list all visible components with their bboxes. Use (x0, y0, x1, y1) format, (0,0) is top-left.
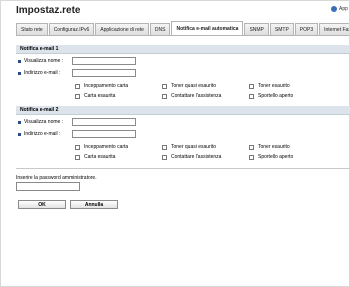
checkbox-label: Contattare l'assistenza (171, 154, 222, 160)
checkbox-box[interactable] (162, 93, 167, 99)
display-name-label-text: Visualizza nome : (24, 119, 64, 125)
required-bullet-icon (18, 71, 21, 75)
checkbox-box[interactable] (162, 83, 167, 89)
email-label-2: Indirizzo e-mail : (18, 131, 60, 137)
ok-button[interactable]: OK (18, 200, 66, 209)
section-header-email-1: Notifica e-mail 1 (16, 45, 350, 54)
checkbox-paper-out-2[interactable]: Carta esaurita (75, 154, 115, 160)
checkbox-box[interactable] (162, 154, 167, 160)
checkbox-box[interactable] (249, 144, 254, 150)
email-label-text: Indirizzo e-mail : (24, 131, 61, 137)
checkbox-label: Sportello aperto (258, 154, 294, 160)
display-name-label-1: Visualizza nome : (18, 58, 63, 64)
admin-password-input[interactable] (16, 182, 80, 191)
tab-internet-fax[interactable]: Internet Fax (319, 23, 349, 35)
checkbox-label: Toner esaurito (258, 83, 290, 89)
checkbox-toner-out-2[interactable]: Toner esaurito (249, 144, 290, 150)
checkbox-label: Toner esaurito (258, 144, 290, 150)
page-title: Impostaz.rete (16, 5, 81, 16)
divider (16, 168, 350, 169)
checkbox-label: Contattare l'assistenza (171, 93, 222, 99)
checkbox-label: Toner quasi esaurito (171, 83, 217, 89)
display-name-input-2[interactable] (72, 118, 136, 126)
email-label-1: Indirizzo e-mail : (18, 70, 60, 76)
required-bullet-icon (18, 120, 21, 124)
checkbox-box[interactable] (75, 144, 80, 150)
help-icon (331, 6, 337, 12)
cancel-button[interactable]: Annulla (70, 200, 118, 209)
checkbox-box[interactable] (75, 83, 80, 89)
tab-snmp[interactable]: SNMP (244, 23, 269, 35)
checkbox-label: Inceppamento carta (84, 83, 129, 89)
checkbox-label: Carta esaurita (84, 154, 116, 160)
tab-pop3[interactable]: POP3 (294, 23, 319, 35)
display-name-label-text: Visualizza nome : (24, 58, 64, 64)
checkbox-box[interactable] (75, 93, 80, 99)
checkbox-label: Toner quasi esaurito (171, 144, 217, 150)
settings-page: Impostaz.rete App Stato rete Configuraz.… (0, 0, 350, 287)
checkbox-box[interactable] (249, 83, 254, 89)
checkbox-paper-out-1[interactable]: Carta esaurita (75, 93, 115, 99)
email-label-text: Indirizzo e-mail : (24, 70, 61, 76)
email-input-1[interactable] (72, 69, 136, 77)
required-bullet-icon (18, 132, 21, 136)
section-header-email-2: Notifica e-mail 2 (16, 106, 350, 115)
checkbox-label: Sportello aperto (258, 93, 294, 99)
checkbox-call-service-2[interactable]: Contattare l'assistenza (162, 154, 221, 160)
checkbox-call-service-1[interactable]: Contattare l'assistenza (162, 93, 221, 99)
tab-ipv6-config[interactable]: Configuraz.IPv6 (48, 23, 95, 35)
checkbox-label: Carta esaurita (84, 93, 116, 99)
display-name-label-2: Visualizza nome : (18, 119, 63, 125)
checkbox-box[interactable] (249, 154, 254, 160)
checkbox-toner-low-1[interactable]: Toner quasi esaurito (162, 83, 216, 89)
checkbox-cover-open-1[interactable]: Sportello aperto (249, 93, 293, 99)
checkbox-paper-jam-2[interactable]: Inceppamento carta (75, 144, 128, 150)
tab-bar: Stato rete Configuraz.IPv6 Applicazione … (16, 21, 349, 35)
checkbox-toner-low-2[interactable]: Toner quasi esaurito (162, 144, 216, 150)
checkbox-paper-jam-1[interactable]: Inceppamento carta (75, 83, 128, 89)
tab-dns[interactable]: DNS (149, 23, 171, 35)
checkbox-box[interactable] (75, 154, 80, 160)
tab-bar-divider (16, 35, 349, 36)
tab-smtp[interactable]: SMTP (269, 23, 294, 35)
checkbox-box[interactable] (249, 93, 254, 99)
tab-network-status[interactable]: Stato rete (16, 23, 48, 35)
tab-auto-email-notification[interactable]: Notifica e-mail automatica (171, 21, 244, 35)
help-link[interactable]: App (331, 6, 348, 12)
admin-password-label: Inserire la password amministratore. (16, 175, 97, 181)
tab-network-application[interactable]: Applicazione di rete (95, 23, 149, 35)
display-name-input-1[interactable] (72, 57, 136, 65)
checkbox-toner-out-1[interactable]: Toner esaurito (249, 83, 290, 89)
help-label: App (339, 6, 348, 12)
checkbox-box[interactable] (162, 144, 167, 150)
checkbox-cover-open-2[interactable]: Sportello aperto (249, 154, 293, 160)
email-input-2[interactable] (72, 130, 136, 138)
required-bullet-icon (18, 59, 21, 63)
checkbox-label: Inceppamento carta (84, 144, 129, 150)
